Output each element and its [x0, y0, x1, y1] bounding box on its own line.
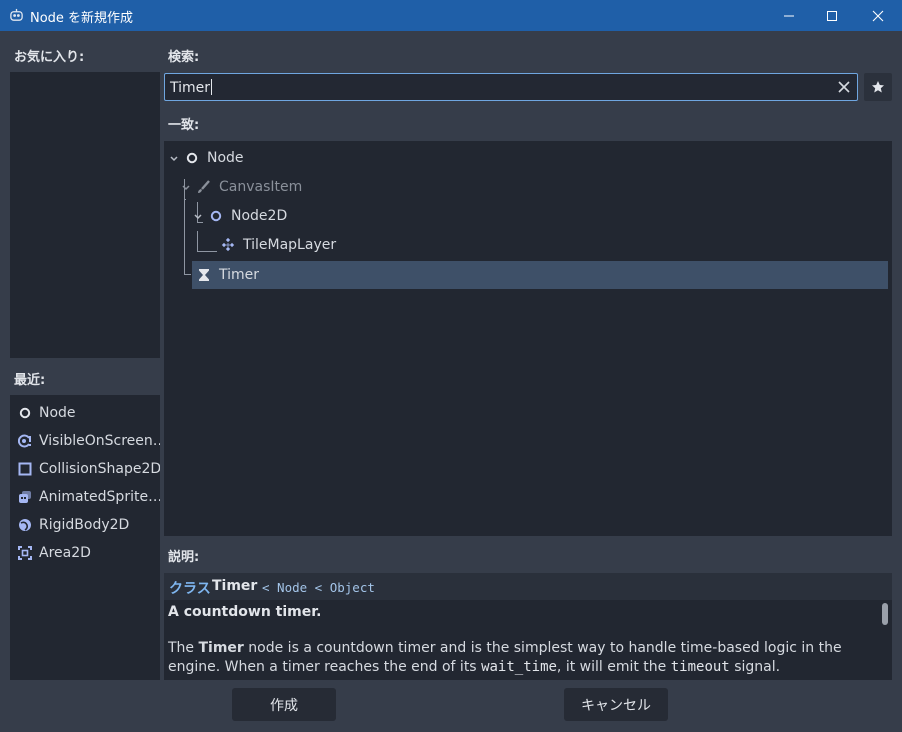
tree-item-label: CanvasItem: [219, 179, 303, 195]
collapse-arrow[interactable]: [181, 183, 191, 193]
tree-item-label: TileMapLayer: [243, 237, 337, 253]
circle-outline-icon: [185, 151, 199, 165]
collapse-arrow[interactable]: [193, 212, 203, 222]
description-code: wait_time: [481, 659, 557, 675]
godot-logo-icon: [10, 8, 23, 21]
chevron-down-icon: [194, 214, 202, 220]
brush-icon: [197, 180, 211, 194]
inheritance-chain: < Node < Object: [262, 580, 375, 595]
description-scrollbar[interactable]: [882, 603, 888, 625]
recent-item-animated-sprite[interactable]: AnimatedSprite…: [10, 483, 160, 511]
chevron-down-icon: [182, 185, 190, 191]
description-body: The Timer node is a countdown timer and …: [168, 639, 880, 677]
tree-connector: [185, 199, 186, 200]
cancel-button[interactable]: キャンセル: [564, 688, 668, 721]
maximize-icon: [827, 10, 837, 21]
minimize-button[interactable]: [766, 0, 812, 31]
recent-item-collision-shape-2d[interactable]: CollisionShape2D: [10, 455, 160, 483]
description-brief: A countdown timer.: [168, 604, 322, 620]
tree-item-node2d[interactable]: Node2D: [209, 202, 287, 230]
favorites-list[interactable]: [10, 72, 160, 358]
description-panel: クラス Timer < Node < Object A countdown ti…: [164, 573, 892, 680]
collapse-arrow[interactable]: [169, 154, 179, 164]
recent-item-rigid-body-2d[interactable]: RigidBody2D: [10, 511, 160, 539]
recent-item-area-2d[interactable]: Area2D: [10, 539, 160, 567]
circle-outline-icon: [209, 209, 223, 223]
favorite-toggle-button[interactable]: [864, 73, 892, 101]
description-text: The: [168, 640, 199, 656]
tree-connector: [197, 251, 217, 252]
tree-connector: [184, 274, 191, 275]
circle-outline-icon: [18, 406, 32, 420]
tree-connector: [197, 231, 198, 251]
square-outline-icon: [18, 462, 32, 476]
tree-item-timer[interactable]: Timer: [192, 261, 888, 289]
tilemap-icon: [221, 238, 235, 252]
title-bar: Node を新規作成: [0, 0, 902, 31]
matches-label: 一致:: [168, 118, 200, 133]
tree-item-label: Node2D: [231, 208, 288, 224]
recent-item-label: Node: [39, 405, 76, 421]
tree-connector: [184, 179, 185, 275]
clear-icon: [838, 81, 850, 93]
description-label: 説明:: [168, 550, 200, 565]
class-keyword: クラス: [169, 581, 211, 597]
recent-item-node[interactable]: Node: [10, 399, 160, 427]
description-bold: Timer: [198, 640, 244, 656]
clear-search-button[interactable]: [835, 78, 853, 96]
recent-label: 最近:: [14, 373, 46, 388]
window-title: Node を新規作成: [30, 11, 134, 26]
animated-sprite-icon: [18, 490, 32, 504]
close-icon: [872, 10, 884, 21]
maximize-button[interactable]: [809, 0, 855, 31]
favorites-label: お気に入り:: [14, 50, 85, 65]
description-code: timeout: [670, 659, 730, 675]
tree-connector: [197, 222, 203, 223]
class-name: Timer: [212, 578, 258, 594]
description-text: signal.: [729, 659, 781, 675]
rigid-body-icon: [18, 518, 32, 532]
visible-notifier-icon: [18, 434, 32, 448]
tree-item-label: Node: [207, 150, 244, 166]
recent-item-label: RigidBody2D: [39, 517, 130, 533]
minimize-icon: [784, 15, 794, 16]
matches-tree[interactable]: Node CanvasItem Node2D TileMapLayer Time…: [164, 141, 892, 536]
tree-item-node[interactable]: Node: [185, 144, 244, 172]
hourglass-icon: [197, 268, 211, 282]
description-header: クラス Timer < Node < Object: [164, 573, 892, 600]
text-caret: [211, 79, 213, 95]
recent-item-label: Area2D: [39, 545, 91, 561]
search-input[interactable]: Timer: [164, 73, 858, 101]
recent-item-label: VisibleOnScreen…: [39, 433, 160, 449]
recent-list[interactable]: Node VisibleOnScreen… CollisionShape2D A…: [10, 395, 160, 680]
description-text: , it will emit the: [556, 659, 671, 675]
search-label: 検索:: [168, 50, 200, 65]
star-icon: [872, 81, 884, 93]
search-input-value: Timer: [170, 80, 211, 96]
recent-item-label: AnimatedSprite…: [39, 489, 160, 505]
recent-item-visible-on-screen[interactable]: VisibleOnScreen…: [10, 427, 160, 455]
recent-item-label: CollisionShape2D: [39, 461, 160, 477]
create-button[interactable]: 作成: [232, 688, 336, 721]
chevron-down-icon: [170, 156, 178, 162]
tree-item-tilemaplayer[interactable]: TileMapLayer: [221, 231, 336, 259]
tree-connector: [184, 179, 185, 180]
tree-item-canvasitem[interactable]: CanvasItem: [197, 173, 302, 201]
tree-item-label: Timer: [219, 267, 260, 283]
area-icon: [18, 546, 32, 560]
close-button[interactable]: [855, 0, 901, 31]
